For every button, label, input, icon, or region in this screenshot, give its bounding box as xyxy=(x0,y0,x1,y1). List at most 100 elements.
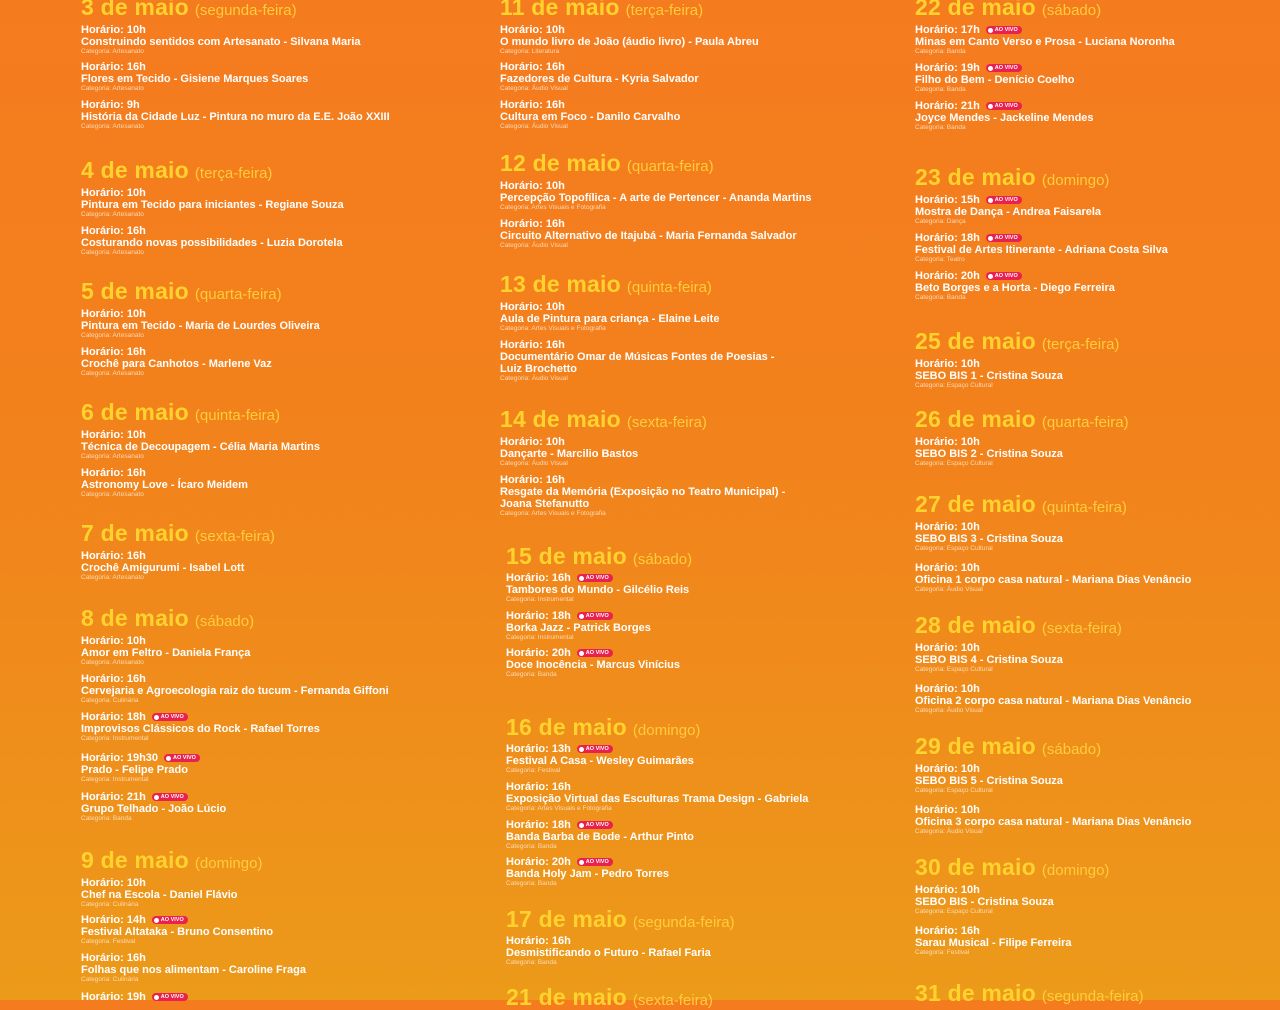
live-dot-icon xyxy=(166,755,172,761)
event-time: Horário: 16h xyxy=(500,339,565,351)
event-category: Categoria: Áudio Visual xyxy=(915,707,983,714)
live-dot-icon xyxy=(987,65,993,71)
event-time: Horário: 18h AO VIVO xyxy=(81,711,320,723)
day-title: 15 de maio xyxy=(506,543,627,569)
event-time: Horário: 10h xyxy=(81,635,146,647)
event-name: Festival Altataka - Bruno Consentino xyxy=(81,926,274,938)
event-time: Horário: 10h xyxy=(915,804,980,816)
live-badge: AO VIVO xyxy=(985,102,1022,110)
event-item: Horário: 16h Folhas que nos alimentam - C… xyxy=(81,952,306,984)
day-title: 9 de maio xyxy=(81,847,189,873)
day-header: 4 de maio (terça-feira) xyxy=(81,159,501,182)
event-category: Categoria: Artes Visuais e Fotografia xyxy=(500,204,606,211)
day-header: 28 de maio (sexta-feira) xyxy=(915,614,1280,637)
event-item: Horário: 17h AO VIVO Minas em Canto Verso … xyxy=(915,24,1175,56)
event-name: Documentário Omar de Músicas Fontes de P… xyxy=(500,351,775,375)
event-item: Horário: 16h Costurando novas possibilida… xyxy=(81,225,343,257)
day-title: 8 de maio xyxy=(81,605,189,631)
event-time: Horário: 16h xyxy=(915,925,980,937)
live-badge: AO VIVO xyxy=(985,196,1022,204)
event-name: Banda Barba de Bode - Arthur Pinto xyxy=(506,831,694,843)
day-title: 5 de maio xyxy=(81,278,189,304)
day-header: 8 de maio (sábado) xyxy=(81,607,501,630)
event-item: Horário: 13h AO VIVO Festival A Casa - Wes… xyxy=(506,743,694,775)
day-header: 21 de maio (sexta-feira) xyxy=(506,986,926,1009)
live-dot-icon xyxy=(987,235,993,241)
day-block: 28 de maio (sexta-feira) Horário: 10h SEBO… xyxy=(915,614,1280,715)
event-category: Categoria: Culinária xyxy=(81,901,139,908)
day-header: 11 de maio (terça-feira) xyxy=(500,0,920,19)
day-block: 5 de maio (quarta-feira) Horário: 10h Pint… xyxy=(81,278,501,378)
event-category: Categoria: Instrumental xyxy=(506,634,574,641)
live-dot-icon xyxy=(153,714,159,720)
event-item: Horário: 16h Astronomy Love - Ícaro Meide… xyxy=(81,467,248,499)
event-item: Horário: 10h Oficina 3 corpo casa natural… xyxy=(915,804,1191,836)
event-time: Horário: 13h AO VIVO xyxy=(506,743,694,755)
day-weekday: (segunda-feira) xyxy=(632,914,735,931)
day-weekday: (quarta-feira) xyxy=(194,286,282,303)
event-category: Categoria: Artesanato xyxy=(81,453,144,460)
event-name: Crochê Amigurumi - Isabel Lott xyxy=(81,562,245,574)
day-header: 26 de maio (quarta-feira) xyxy=(915,408,1280,431)
event-item: Horário: 10h O mundo livro de João (áudio… xyxy=(500,24,759,56)
event-name: Borka Jazz - Patrick Borges xyxy=(506,622,651,634)
event-category: Categoria: Festival xyxy=(506,767,561,774)
event-category: Categoria: Artes Visuais e Fotografia xyxy=(506,805,612,812)
day-title: 4 de maio xyxy=(81,157,189,183)
day-block: 8 de maio (sábado) Horário: 10h Amor em Fe… xyxy=(81,607,501,823)
event-category: Categoria: Banda xyxy=(506,671,557,678)
event-name: Festival A Casa - Wesley Guimarães xyxy=(506,755,694,767)
live-dot-icon xyxy=(578,575,584,581)
event-time: Horário: 16h xyxy=(81,673,146,685)
day-header: 31 de maio (segunda-feira) xyxy=(915,982,1280,1005)
event-category: Categoria: Instrumental xyxy=(81,776,149,783)
day-weekday: (terça-feira) xyxy=(625,2,704,19)
day-title: 13 de maio xyxy=(500,271,621,297)
event-item: Horário: 10h Aula de Pintura para criança… xyxy=(500,301,719,333)
event-time: Horário: 10h xyxy=(915,521,980,533)
event-time: Horário: 10h xyxy=(915,358,980,370)
event-name: Tambores do Mundo - Gilcélio Reis xyxy=(506,584,690,596)
day-title: 7 de maio xyxy=(81,520,189,546)
live-dot-icon xyxy=(578,746,584,752)
day-weekday: (domingo) xyxy=(194,855,263,872)
day-title: 3 de maio xyxy=(81,0,189,20)
day-title: 31 de maio xyxy=(915,980,1036,1006)
event-name: Astronomy Love - Ícaro Meidem xyxy=(81,479,248,491)
event-category: Categoria: Artesanato xyxy=(81,123,144,130)
day-title: 21 de maio xyxy=(506,984,627,1010)
event-time: Horário: 16h xyxy=(500,99,565,111)
day-block: 30 de maio (domingo) Horário: 10h SEBO BIS… xyxy=(915,856,1280,957)
day-weekday: (segunda-feira) xyxy=(194,2,297,19)
event-category: Categoria: Áudio Visual xyxy=(500,85,568,92)
day-weekday: (sábado) xyxy=(1041,2,1102,19)
event-item: Horário: 16h Sarau Musical - Filipe Ferre… xyxy=(915,925,1072,957)
event-time: Horário: 18h AO VIVO xyxy=(506,819,694,831)
event-item: Horário: 10h SEBO BIS - Cristina Souza Cat… xyxy=(915,884,1054,916)
day-block: 29 de maio (sábado) Horário: 10h SEBO BIS … xyxy=(915,735,1280,836)
event-item: Horário: 10h SEBO BIS 2 - Cristina Souza C… xyxy=(915,436,1063,468)
event-name: Doce Inocência - Marcus Vinícius xyxy=(506,659,681,671)
event-category: Categoria: Banda xyxy=(915,48,966,55)
event-category: Categoria: Espaço Cultural xyxy=(915,908,993,915)
day-weekday: (sexta-feira) xyxy=(632,992,713,1009)
day-header: 14 de maio (sexta-feira) xyxy=(500,408,920,431)
day-header: 17 de maio (segunda-feira) xyxy=(506,908,926,931)
event-name: Folhas que nos alimentam - Caroline Frag… xyxy=(81,964,306,976)
day-block: 22 de maio (sábado) Horário: 17h AO VIVO Mi… xyxy=(915,0,1280,131)
live-dot-icon xyxy=(578,859,584,865)
event-name: Chef na Escola - Daniel Flávio xyxy=(81,889,238,901)
event-item: Horário: 10h Pintura em Tecido - Maria de… xyxy=(81,308,320,340)
day-header: 6 de maio (quinta-feira) xyxy=(81,401,501,424)
event-item: Horário: 16h AO VIVO Tambores do Mundo - G… xyxy=(506,572,689,604)
day-weekday: (sexta-feira) xyxy=(626,414,707,431)
event-time: Horário: 17h AO VIVO xyxy=(915,24,1175,36)
event-time: Horário: 19h30 AO VIVO xyxy=(81,752,200,764)
day-weekday: (quinta-feira) xyxy=(626,279,712,296)
event-category: Categoria: Banda xyxy=(915,294,966,301)
event-name: Oficina 1 corpo casa natural - Mariana D… xyxy=(915,574,1192,586)
live-dot-icon xyxy=(578,613,584,619)
event-item: Horário: 15h AO VIVO Mostra de Dança - And… xyxy=(915,194,1101,226)
day-title: 28 de maio xyxy=(915,612,1036,638)
event-time: Horário: 14h AO VIVO xyxy=(81,914,273,926)
